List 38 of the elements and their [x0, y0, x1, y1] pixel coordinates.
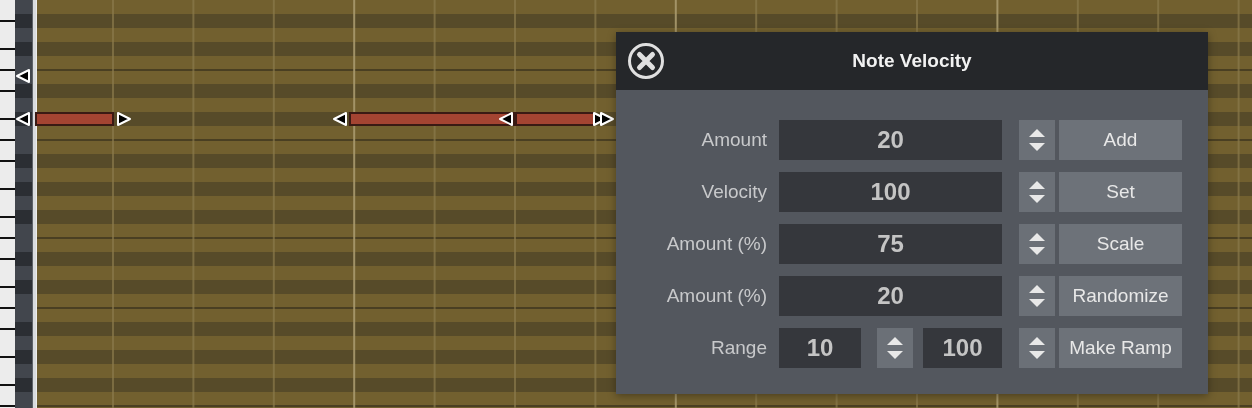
stepper-button[interactable]	[1019, 172, 1055, 212]
field-label: Amount	[700, 129, 767, 151]
field-label: Amount (%)	[665, 233, 767, 255]
field-label: Velocity	[700, 181, 767, 203]
action-button[interactable]: Scale	[1059, 224, 1182, 264]
up-down-arrows-icon	[1028, 283, 1046, 309]
action-button[interactable]: Add	[1059, 120, 1182, 160]
number-field[interactable]: 100	[923, 328, 1002, 368]
number-field[interactable]: 20	[779, 276, 1002, 316]
up-down-arrows-icon	[1028, 127, 1046, 153]
up-down-arrows-icon	[1028, 179, 1046, 205]
left-triangle-icon[interactable]	[15, 111, 31, 127]
left-triangle-icon[interactable]	[498, 111, 514, 127]
stepper-button[interactable]	[1019, 120, 1055, 160]
number-field[interactable]: 75	[779, 224, 1002, 264]
up-down-arrows-icon	[886, 335, 904, 361]
left-triangle-icon[interactable]	[332, 111, 348, 127]
stepper-button[interactable]	[1019, 224, 1055, 264]
up-down-arrows-icon	[1028, 231, 1046, 257]
dialog-title: Note Velocity	[852, 50, 972, 72]
field-label: Range	[710, 337, 767, 359]
number-field[interactable]: 10	[779, 328, 861, 368]
right-triangle-icon[interactable]	[116, 111, 132, 127]
action-button[interactable]: Make Ramp	[1059, 328, 1182, 368]
stepper-button[interactable]	[1019, 276, 1055, 316]
action-button[interactable]: Set	[1059, 172, 1182, 212]
stepper-button[interactable]	[1019, 328, 1055, 368]
note-bar[interactable]	[515, 112, 595, 126]
note-bar[interactable]	[349, 112, 515, 126]
left-triangle-icon[interactable]	[15, 68, 31, 84]
double-right-triangle-icon[interactable]	[592, 111, 616, 127]
number-field[interactable]: 20	[779, 120, 1002, 160]
close-icon[interactable]	[627, 42, 665, 80]
field-label: Amount (%)	[665, 285, 767, 307]
stepper-button[interactable]	[877, 328, 913, 368]
number-field[interactable]: 100	[779, 172, 1002, 212]
up-down-arrows-icon	[1028, 335, 1046, 361]
action-button[interactable]: Randomize	[1059, 276, 1182, 316]
